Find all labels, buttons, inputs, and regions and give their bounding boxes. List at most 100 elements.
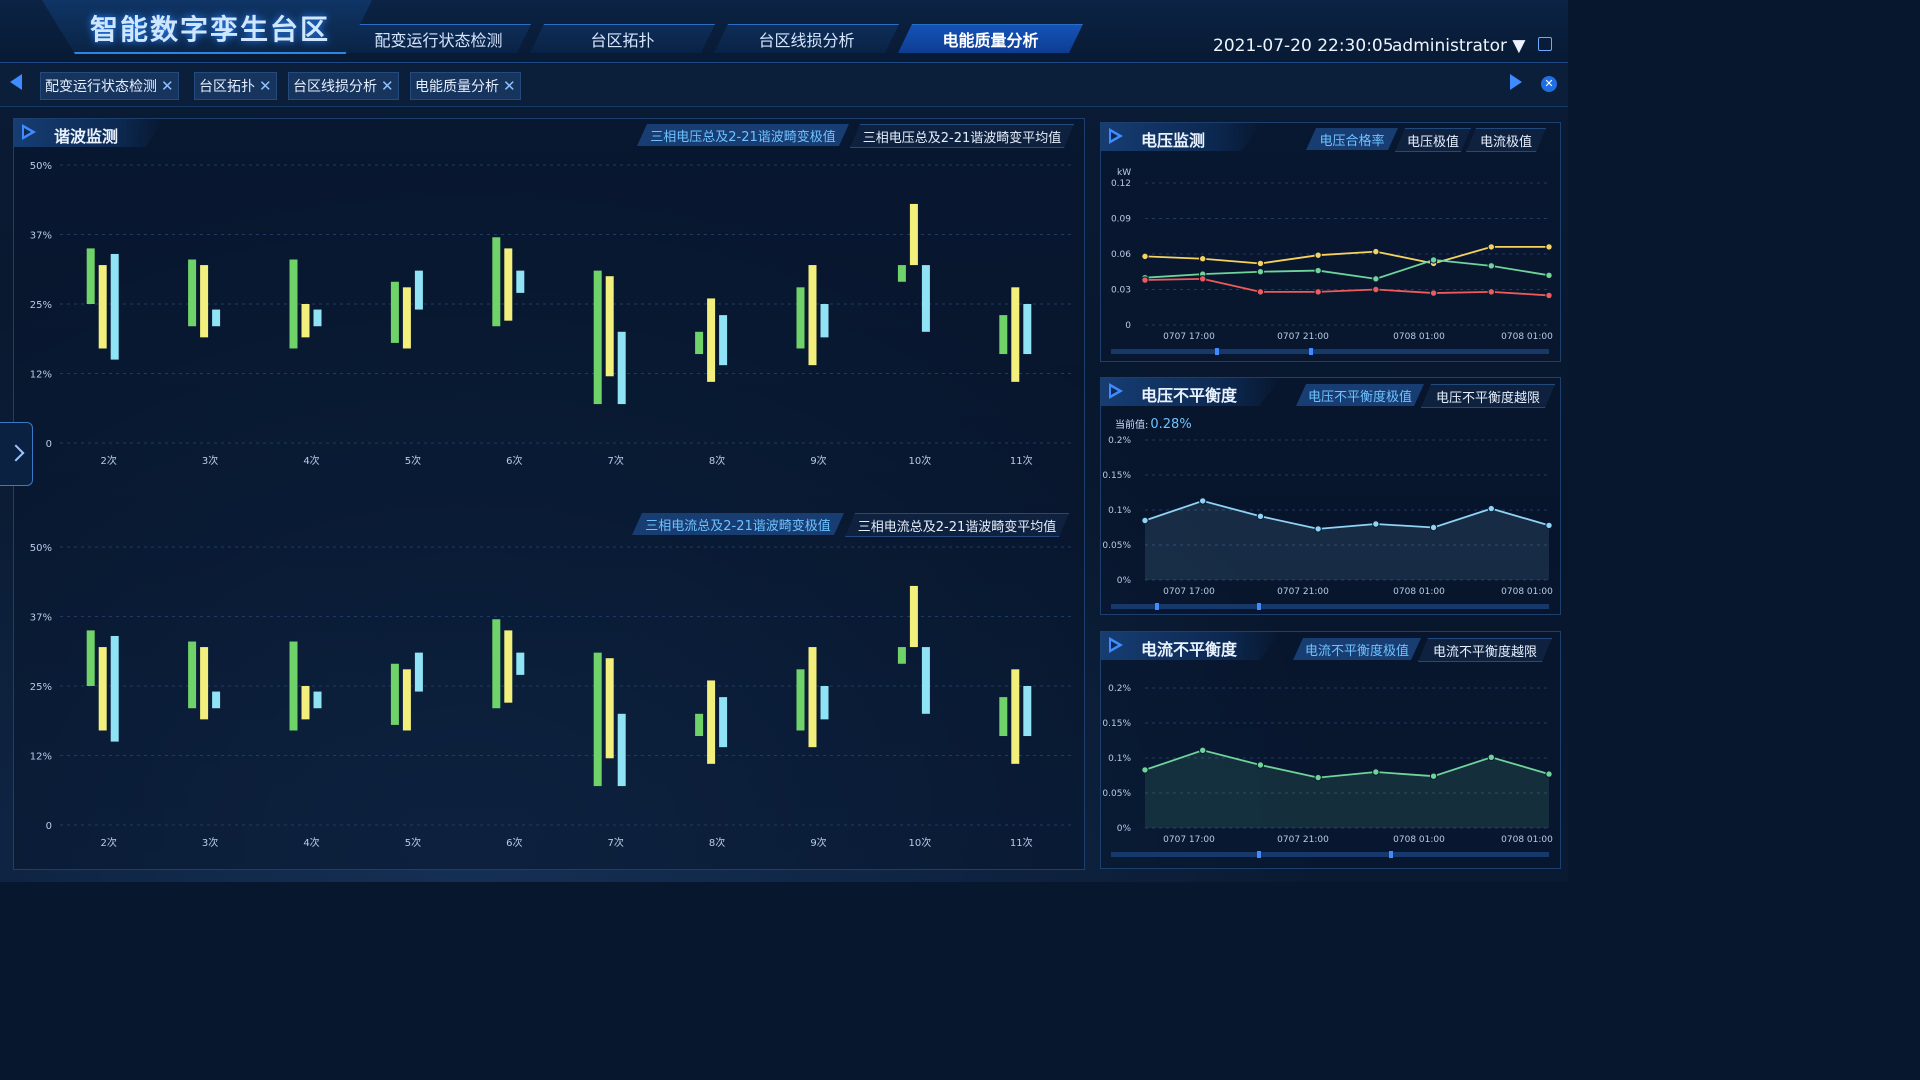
range-bar [921, 265, 930, 332]
data-point [1429, 772, 1438, 780]
range-bar [200, 647, 209, 720]
range-bar [212, 309, 221, 327]
voltage-harmonic-chart: 0 12% 25% 37% 50% 2次 3次 4次 5次 6次 7次 8次 9次 10次 11次 [30, 161, 1074, 467]
nav-tab-distribution-status[interactable]: 配变运行状态检测 [346, 24, 531, 53]
x-tick-label: 10次 [909, 454, 932, 467]
nav-tab-label: 配变运行状态检测 [374, 31, 503, 50]
y-tick-label: 0.06 [1111, 250, 1131, 260]
close-all-tabs-icon[interactable]: ✕ [1541, 76, 1557, 92]
open-tab-distribution-status[interactable]: 配变运行状态检测 ✕ [40, 72, 179, 100]
close-tab-icon[interactable]: ✕ [259, 77, 272, 95]
range-bar [86, 248, 95, 304]
nav-tab-label: 台区拓扑 [590, 31, 655, 50]
scroll-right-icon[interactable] [1510, 74, 1522, 90]
range-bar [897, 265, 906, 282]
open-tab-label: 台区拓扑 [199, 79, 255, 95]
legend-voltage-unbalance-limit[interactable]: 电压不平衡度越限 [1421, 384, 1555, 408]
panel-header: 电压不平衡度 [1101, 378, 1281, 406]
panel-header: 谐波监测 [14, 119, 164, 147]
data-point [1314, 266, 1322, 275]
open-tab-label: 配变运行状态检测 [45, 79, 157, 95]
nav-tab-power-quality[interactable]: 电能质量分析 [898, 24, 1083, 53]
y-tick-label: 0 [1125, 321, 1131, 331]
x-tick-label: 0707 21:00 [1277, 587, 1329, 597]
data-point [1141, 766, 1149, 774]
range-bar [695, 713, 704, 737]
range-bar [796, 287, 805, 349]
data-point [1372, 285, 1380, 294]
legend-current-extreme[interactable]: 三相电流总及2-21谐波畸变极值 [632, 513, 844, 535]
legend-current-unbalance-limit[interactable]: 电流不平衡度越限 [1418, 638, 1552, 662]
y-tick-label: 0.1% [1108, 506, 1131, 516]
x-tick-label: 8次 [709, 454, 725, 467]
y-tick-label: 0% [1117, 824, 1132, 834]
open-tab-topology[interactable]: 台区拓扑 ✕ [194, 72, 277, 100]
scrollbar-handle [1257, 851, 1261, 858]
close-tab-icon[interactable]: ✕ [381, 77, 394, 95]
series-area [1145, 750, 1549, 828]
unit-label: kW [1117, 168, 1131, 178]
close-tab-icon[interactable]: ✕ [161, 77, 174, 95]
range-bar [98, 265, 107, 349]
x-tick-label: 2次 [101, 454, 117, 467]
y-tick-label: 0.15% [1102, 471, 1131, 481]
voltage-unbalance-chart: 0% 0.05% 0.1% 0.15% 0.2% 0707 17:00 0707 21:00… [1102, 436, 1553, 610]
data-point [1256, 288, 1265, 296]
legend-voltage-extreme[interactable]: 电压极值 [1395, 128, 1471, 152]
legend-voltage-pass-rate[interactable]: 电压合格率 [1306, 128, 1398, 150]
x-tick-label: 0707 21:00 [1277, 835, 1329, 845]
range-bar [999, 697, 1008, 737]
open-tab-power-quality[interactable]: 电能质量分析 ✕ [410, 72, 521, 100]
range-bar [313, 309, 322, 327]
nav-tab-label: 台区线损分析 [758, 31, 855, 50]
data-point [1487, 504, 1495, 513]
close-tab-icon[interactable]: ✕ [503, 77, 516, 95]
legend-current-extreme[interactable]: 电流极值 [1466, 128, 1546, 152]
legend-current-unbalance-extreme[interactable]: 电流不平衡度极值 [1293, 638, 1421, 660]
range-bar [504, 630, 513, 703]
range-bar [909, 203, 918, 266]
range-bar [921, 647, 930, 714]
range-bar [289, 259, 298, 349]
legend-voltage-extreme[interactable]: 三相电压总及2-21谐波畸变极值 [637, 124, 849, 146]
data-point [1256, 268, 1265, 276]
range-bar [402, 287, 411, 349]
data-point [1199, 255, 1207, 263]
fullscreen-icon[interactable] [1538, 37, 1552, 51]
nav-tab-line-loss[interactable]: 台区线损分析 [714, 24, 899, 53]
voltage-unbalance-title: 电压不平衡度 [1141, 386, 1238, 405]
scrollbar-handle [1309, 348, 1313, 355]
range-bar [820, 686, 829, 720]
y-tick-label: 50% [30, 543, 52, 554]
scroll-left-icon[interactable] [10, 74, 22, 90]
user-menu[interactable]: administrator ▼ [1392, 36, 1525, 56]
data-point [1256, 512, 1265, 521]
scrollbar-track [1111, 349, 1549, 354]
y-tick-label: 0.2% [1108, 684, 1131, 694]
range-bar [516, 270, 525, 293]
y-tick-label: 0.2% [1108, 436, 1131, 446]
range-bar [492, 619, 501, 709]
expand-sidebar-chevron-icon[interactable] [0, 422, 33, 486]
x-tick-label: 0707 17:00 [1163, 332, 1215, 342]
range-bar [593, 652, 602, 787]
open-tab-line-loss[interactable]: 台区线损分析 ✕ [288, 72, 399, 100]
data-point [1372, 247, 1380, 256]
legend-voltage-unbalance-extreme[interactable]: 电压不平衡度极值 [1296, 384, 1424, 406]
data-point [1487, 288, 1495, 296]
range-bar [1023, 304, 1032, 355]
range-bar [98, 647, 107, 731]
legend-voltage-average[interactable]: 三相电压总及2-21谐波畸变平均值 [850, 124, 1074, 148]
data-point [1487, 262, 1495, 270]
data-point [1545, 271, 1553, 280]
scrollbar-track [1111, 604, 1549, 609]
x-tick-label: 0707 17:00 [1163, 835, 1215, 845]
harmonic-title: 谐波监测 [54, 127, 119, 146]
nav-tab-topology[interactable]: 台区拓扑 [530, 24, 715, 53]
data-point [1487, 243, 1495, 251]
y-tick-label: 12% [30, 370, 52, 381]
y-tick-label: 0% [1117, 576, 1132, 586]
voltage-unbalance-panel: 电压不平衡度 电压不平衡度极值 电压不平衡度越限 当前值: 0.28% 0% 0.0… [1100, 377, 1561, 615]
data-point [1141, 252, 1149, 261]
data-point [1141, 276, 1149, 284]
